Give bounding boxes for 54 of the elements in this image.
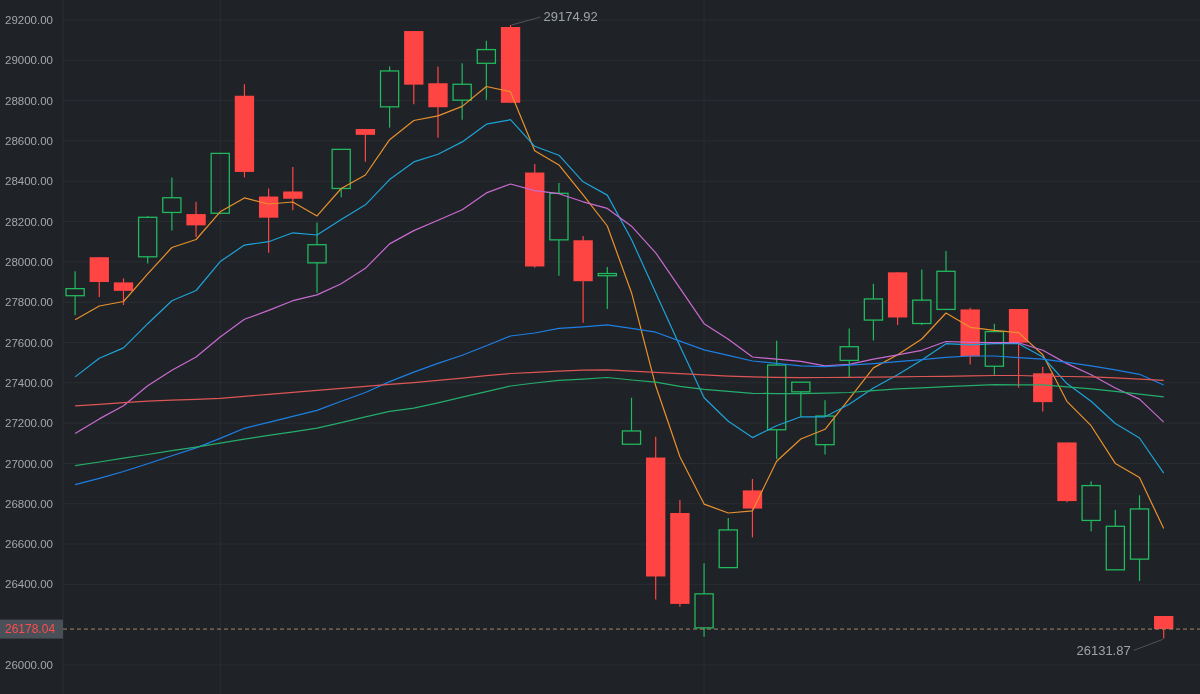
candlestick — [1081, 480, 1101, 532]
candlestick — [1033, 366, 1053, 412]
y-axis-label: 27600.00 — [5, 336, 53, 349]
y-axis-label: 28400.00 — [5, 175, 53, 188]
candlestick — [815, 399, 835, 456]
y-axis-label: 28000.00 — [5, 256, 53, 268]
last-price-tag: 26178.04 — [0, 619, 63, 639]
candlestick — [186, 201, 206, 238]
candlestick — [162, 176, 182, 232]
y-axis-label: 28800.00 — [5, 94, 53, 107]
candlestick — [355, 128, 376, 163]
y-axis-label: 27000.00 — [5, 457, 53, 470]
candlestick — [258, 187, 279, 254]
y-axis-label: 28600.00 — [5, 135, 53, 148]
candlestick — [137, 215, 158, 265]
candlestick — [65, 270, 85, 316]
low-price-label: 26131.87 — [1076, 643, 1131, 659]
candlestick — [960, 307, 980, 366]
y-axis-label: 26800.00 — [5, 497, 53, 510]
candlestick — [210, 152, 230, 215]
y-axis-label: 27400.00 — [5, 376, 53, 389]
candlestick — [839, 327, 859, 378]
candlestick — [476, 40, 497, 101]
candlestick — [936, 250, 956, 311]
y-axis-label: 29200.00 — [5, 14, 53, 27]
candlestick — [1105, 509, 1126, 571]
candlestick — [912, 268, 932, 326]
ref-line-label: 26178.04 — [5, 622, 56, 637]
candlestick — [113, 277, 134, 306]
y-axis-label: 27800.00 — [5, 296, 53, 309]
y-axis-label: 26400.00 — [5, 578, 53, 591]
y-axis-label: 26600.00 — [5, 538, 53, 551]
y-axis-label: 26000.00 — [5, 659, 53, 672]
leader-line — [511, 16, 542, 26]
high-price-label: 29174.92 — [543, 8, 598, 24]
candlestick — [718, 517, 738, 569]
candlestick — [597, 266, 618, 310]
candlestick — [331, 148, 351, 198]
candlestick — [89, 256, 109, 298]
candlestick — [452, 62, 472, 121]
candlestick — [742, 478, 763, 538]
candlestick — [379, 65, 400, 129]
leader-line — [1133, 638, 1164, 651]
candlestick — [887, 271, 908, 326]
candlestick — [1154, 615, 1174, 639]
y-axis-label: 27200.00 — [5, 417, 53, 430]
y-axis-label: 29000.00 — [5, 54, 53, 67]
candlestick — [984, 323, 1005, 376]
candlestick — [791, 381, 811, 418]
candlestick — [621, 397, 642, 445]
candlestick — [1057, 441, 1077, 503]
candlestick — [863, 283, 884, 342]
y-axis-label: 28200.00 — [5, 215, 53, 228]
candlestick — [283, 166, 303, 211]
